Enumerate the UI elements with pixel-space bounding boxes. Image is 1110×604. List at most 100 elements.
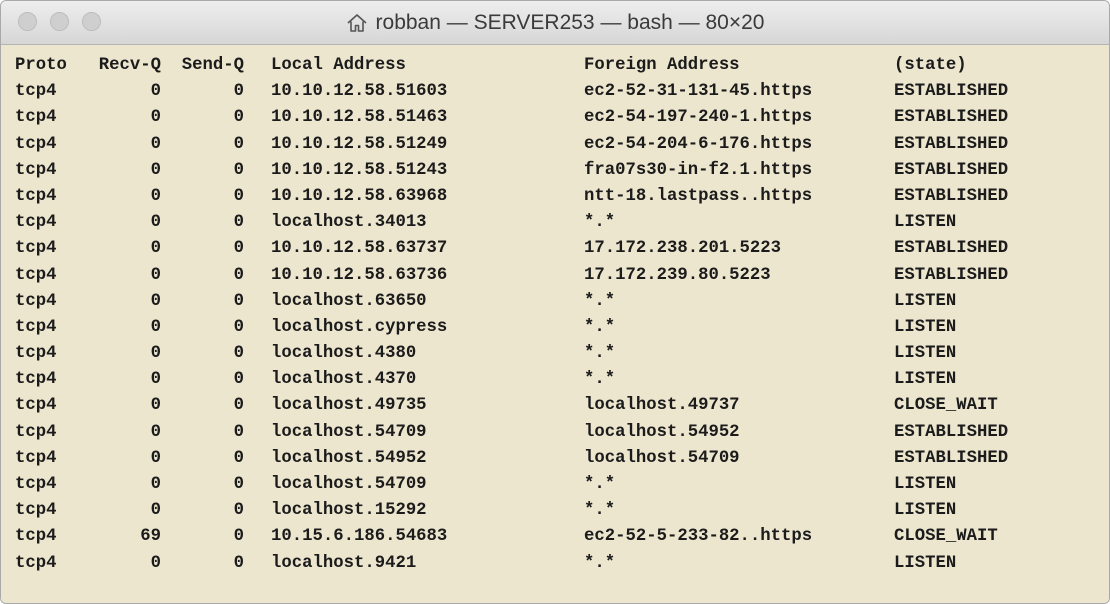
sendq-cell: 0 bbox=[233, 553, 244, 573]
proto-cell: tcp4 bbox=[15, 291, 57, 311]
header-state: (state) bbox=[894, 56, 967, 75]
local-address-cell: 10.10.12.58.63968 bbox=[271, 186, 448, 206]
proto-cell: tcp4 bbox=[15, 213, 57, 233]
proto-cell: tcp4 bbox=[15, 108, 57, 128]
foreign-address-cell: localhost.49737 bbox=[584, 396, 740, 416]
recvq-cell: 0 bbox=[150, 108, 161, 128]
state-cell: ESTABLISHED bbox=[894, 239, 1009, 259]
proto-cell: tcp4 bbox=[15, 448, 57, 468]
recvq-cell: 0 bbox=[150, 396, 161, 416]
recvq-cell: 0 bbox=[150, 134, 161, 154]
foreign-address-cell: *.* bbox=[584, 344, 616, 364]
state-cell: ESTABLISHED bbox=[894, 186, 1009, 206]
state-cell: LISTEN bbox=[894, 213, 957, 233]
netstat-row: tcp4 0 0 localhost.4370 *.* LISTEN bbox=[15, 367, 1095, 393]
local-address-cell: localhost.15292 bbox=[271, 501, 427, 521]
recvq-cell: 69 bbox=[140, 527, 161, 547]
state-cell: CLOSE_WAIT bbox=[894, 396, 998, 416]
state-cell: LISTEN bbox=[894, 317, 957, 337]
foreign-address-cell: *.* bbox=[584, 317, 616, 337]
netstat-row: tcp4 0 0 localhost.4380 *.* LISTEN bbox=[15, 341, 1095, 367]
sendq-cell: 0 bbox=[233, 501, 244, 521]
foreign-address-cell: 17.172.239.80.5223 bbox=[584, 265, 771, 285]
recvq-cell: 0 bbox=[150, 317, 161, 337]
sendq-cell: 0 bbox=[233, 475, 244, 494]
foreign-address-cell: *.* bbox=[584, 501, 616, 521]
proto-cell: tcp4 bbox=[15, 396, 57, 416]
netstat-row: tcp4 0 0 localhost.15292 *.* LISTEN bbox=[15, 498, 1095, 524]
sendq-cell: 0 bbox=[233, 396, 244, 416]
sendq-cell: 0 bbox=[233, 134, 244, 154]
proto-cell: tcp4 bbox=[15, 317, 57, 337]
netstat-row: tcp4 0 0 localhost.63650 *.* LISTEN bbox=[15, 289, 1095, 315]
proto-cell: tcp4 bbox=[15, 553, 57, 573]
netstat-row: tcp4 0 0 localhost.54952 localhost.54709 ESTA… bbox=[15, 446, 1095, 472]
netstat-row: tcp4 69 0 10.15.6.186.54683 ec2-52-5-233-82.… bbox=[15, 524, 1095, 550]
header-recvq: Recv-Q bbox=[98, 56, 161, 75]
recvq-cell: 0 bbox=[150, 501, 161, 521]
foreign-address-cell: ntt-18.lastpass..https bbox=[584, 186, 813, 206]
recvq-cell: 0 bbox=[150, 291, 161, 311]
state-cell: LISTEN bbox=[894, 370, 957, 390]
sendq-cell: 0 bbox=[233, 448, 244, 468]
netstat-row: tcp4 0 0 localhost.9421 *.* LISTEN bbox=[15, 551, 1095, 577]
sendq-cell: 0 bbox=[233, 82, 244, 102]
local-address-cell: 10.10.12.58.63737 bbox=[271, 239, 448, 259]
terminal-window: robban — SERVER253 — bash — 80×20 Proto … bbox=[0, 0, 1110, 604]
local-address-cell: localhost.54952 bbox=[271, 448, 427, 468]
sendq-cell: 0 bbox=[233, 239, 244, 259]
sendq-cell: 0 bbox=[233, 422, 244, 442]
local-address-cell: localhost.49735 bbox=[271, 396, 427, 416]
sendq-cell: 0 bbox=[233, 186, 244, 206]
recvq-cell: 0 bbox=[150, 553, 161, 573]
recvq-cell: 0 bbox=[150, 448, 161, 468]
foreign-address-cell: ec2-52-5-233-82..https bbox=[584, 527, 813, 547]
recvq-cell: 0 bbox=[150, 265, 161, 285]
local-address-cell: 10.10.12.58.51603 bbox=[271, 82, 448, 102]
netstat-row: tcp4 0 0 10.10.12.58.63968 ntt-18.lastpass..… bbox=[15, 184, 1095, 210]
local-address-cell: 10.15.6.186.54683 bbox=[271, 527, 448, 547]
netstat-row: tcp4 0 0 10.10.12.58.51463 ec2-54-197-240-1.… bbox=[15, 105, 1095, 131]
sendq-cell: 0 bbox=[233, 527, 244, 547]
netstat-row: tcp4 0 0 10.10.12.58.51603 ec2-52-31-131-45.… bbox=[15, 79, 1095, 105]
foreign-address-cell: *.* bbox=[584, 370, 616, 390]
window-title-container: robban — SERVER253 — bash — 80×20 bbox=[1, 1, 1109, 45]
netstat-row: tcp4 0 0 localhost.49735 localhost.49737 CLOS… bbox=[15, 393, 1095, 419]
recvq-cell: 0 bbox=[150, 370, 161, 390]
sendq-cell: 0 bbox=[233, 291, 244, 311]
netstat-row: tcp4 0 0 10.10.12.58.63736 17.172.239.80.522… bbox=[15, 263, 1095, 289]
state-cell: LISTEN bbox=[894, 291, 957, 311]
state-cell: ESTABLISHED bbox=[894, 160, 1009, 180]
foreign-address-cell: localhost.54952 bbox=[584, 422, 740, 442]
proto-cell: tcp4 bbox=[15, 527, 57, 547]
netstat-row: tcp4 0 0 10.10.12.58.63737 17.172.238.201.52… bbox=[15, 236, 1095, 262]
local-address-cell: localhost.4380 bbox=[271, 344, 417, 364]
sendq-cell: 0 bbox=[233, 160, 244, 180]
proto-cell: tcp4 bbox=[15, 82, 57, 102]
proto-cell: tcp4 bbox=[15, 422, 57, 442]
sendq-cell: 0 bbox=[233, 265, 244, 285]
local-address-cell: localhost.63650 bbox=[271, 291, 427, 311]
foreign-address-cell: *.* bbox=[584, 213, 616, 233]
local-address-cell: localhost.cypress bbox=[271, 317, 448, 337]
state-cell: LISTEN bbox=[894, 344, 957, 364]
foreign-address-cell: *.* bbox=[584, 475, 616, 494]
header-local-address: Local Address bbox=[271, 56, 406, 75]
local-address-cell: localhost.54709 bbox=[271, 475, 427, 494]
recvq-cell: 0 bbox=[150, 213, 161, 233]
state-cell: LISTEN bbox=[894, 553, 957, 573]
state-cell: ESTABLISHED bbox=[894, 422, 1009, 442]
recvq-cell: 0 bbox=[150, 344, 161, 364]
local-address-cell: localhost.9421 bbox=[271, 553, 417, 573]
terminal-output[interactable]: Proto Recv-Q Send-Q Local Address Foreig… bbox=[1, 45, 1109, 603]
foreign-address-cell: *.* bbox=[584, 291, 616, 311]
window-title: robban — SERVER253 — bash — 80×20 bbox=[375, 11, 765, 34]
foreign-address-cell: *.* bbox=[584, 553, 616, 573]
recvq-cell: 0 bbox=[150, 239, 161, 259]
proto-cell: tcp4 bbox=[15, 475, 57, 494]
local-address-cell: localhost.34013 bbox=[271, 213, 427, 233]
title-bar[interactable]: robban — SERVER253 — bash — 80×20 bbox=[1, 1, 1109, 45]
sendq-cell: 0 bbox=[233, 108, 244, 128]
foreign-address-cell: localhost.54709 bbox=[584, 448, 740, 468]
netstat-row: tcp4 0 0 localhost.54709 localhost.54952 ESTA… bbox=[15, 420, 1095, 446]
